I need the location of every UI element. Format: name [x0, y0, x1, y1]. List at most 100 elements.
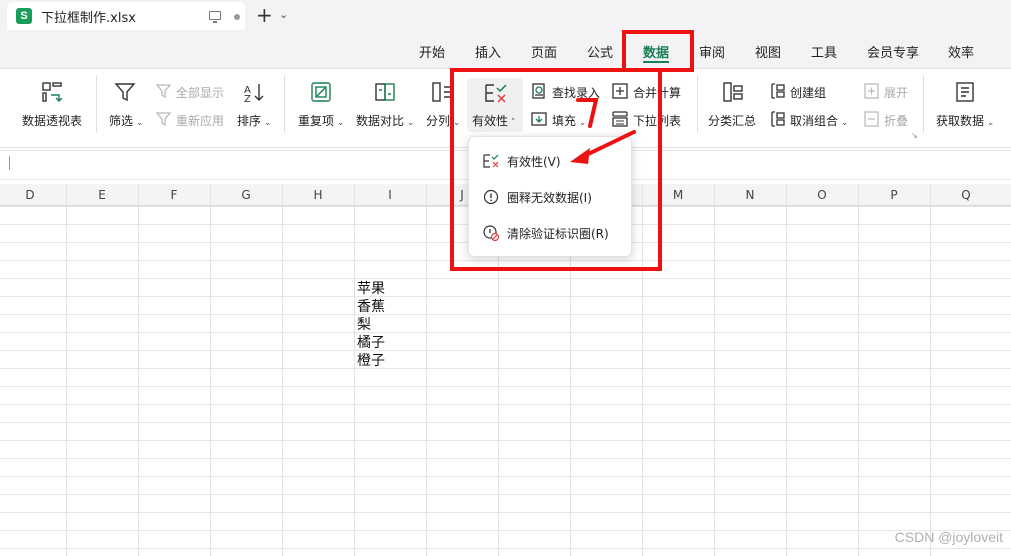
tab-member[interactable]: 会员专享: [867, 42, 919, 61]
column-line: [354, 184, 355, 556]
tab-page[interactable]: 页面: [531, 42, 557, 61]
monitor-icon[interactable]: [209, 11, 221, 23]
cell-i[interactable]: 香蕉: [357, 296, 385, 316]
create-group-icon[interactable]: [769, 83, 785, 99]
split-column-label: 分列: [426, 114, 451, 128]
menu-bar: 开始 插入 页面 公式 数据 审阅 视图 工具 会员专享 效率: [0, 32, 1011, 68]
filter-button[interactable]: 筛选 ⌄: [109, 112, 143, 129]
row-line: [0, 530, 1011, 531]
cell-i[interactable]: 梨: [357, 314, 371, 334]
watermark: CSDN @joyloveit: [894, 529, 1003, 545]
expand-icon: [864, 83, 879, 99]
row-line: [0, 296, 1011, 297]
column-header-o[interactable]: O: [786, 188, 858, 202]
reapply-icon: [156, 112, 172, 127]
cell-i[interactable]: 苹果: [357, 278, 385, 298]
document-tab-title: 下拉框制作.xlsx: [41, 10, 136, 26]
data-compare-icon[interactable]: [374, 81, 396, 103]
column-header-f[interactable]: F: [138, 188, 210, 202]
column-line: [858, 184, 859, 556]
row-line: [0, 512, 1011, 513]
document-tab[interactable]: S 下拉框制作.xlsx: [7, 2, 245, 30]
subtotal-button[interactable]: 分类汇总: [708, 112, 756, 129]
row-line: [0, 494, 1011, 495]
column-header-p[interactable]: P: [858, 188, 930, 202]
dialog-launcher-icon[interactable]: ↘: [911, 131, 918, 140]
collapse-button: 折叠: [884, 114, 909, 128]
reapply-button: 重新应用: [176, 114, 225, 128]
ungroup-label: 取消组合: [790, 114, 839, 128]
get-data-button[interactable]: 获取数据 ⌄: [936, 112, 994, 129]
show-all-icon: [156, 84, 172, 99]
row-line: [0, 440, 1011, 441]
tab-formula[interactable]: 公式: [587, 42, 613, 61]
show-all-button: 全部显示: [176, 86, 225, 100]
pivot-table-icon[interactable]: [41, 81, 63, 103]
duplicates-icon[interactable]: [310, 81, 332, 103]
row-line: [0, 314, 1011, 315]
new-tab-plus-icon[interactable]: +: [256, 4, 273, 26]
row-line: [0, 548, 1011, 549]
sort-icon[interactable]: A Z: [243, 81, 265, 103]
ribbon-separator: [697, 75, 698, 133]
column-line: [714, 184, 715, 556]
row-line: [0, 386, 1011, 387]
chevron-down-icon: ⌄: [261, 118, 272, 128]
cell-i[interactable]: 橙子: [357, 350, 385, 370]
column-header-n[interactable]: N: [714, 188, 786, 202]
sort-label: 排序: [237, 114, 262, 128]
new-tab-chevron-icon[interactable]: ⌄: [279, 8, 288, 21]
expand-button: 展开: [884, 86, 909, 100]
duplicates-button[interactable]: 重复项 ⌄: [298, 112, 344, 129]
column-header-i[interactable]: I: [354, 188, 426, 202]
annotation-arrow-icon: [570, 98, 636, 164]
cell-i[interactable]: 橘子: [357, 332, 385, 352]
subtotal-icon[interactable]: [722, 81, 744, 103]
row-line: [0, 422, 1011, 423]
column-line: [282, 184, 283, 556]
row-line: [0, 368, 1011, 369]
column-line: [930, 184, 931, 556]
create-group-button[interactable]: 创建组: [790, 84, 826, 101]
collapse-icon: [864, 111, 879, 127]
pivot-table-button[interactable]: 数据透视表: [22, 112, 82, 129]
chevron-down-icon: ⌄: [984, 118, 995, 128]
row-line: [0, 350, 1011, 351]
chevron-down-icon: ⌄: [133, 118, 144, 128]
column-header-g[interactable]: G: [210, 188, 282, 202]
row-line: [0, 404, 1011, 405]
get-data-icon[interactable]: [954, 81, 976, 103]
tab-view[interactable]: 视图: [755, 42, 781, 61]
ungroup-icon[interactable]: [769, 111, 785, 127]
tab-review[interactable]: 审阅: [699, 42, 725, 61]
data-compare-button[interactable]: 数据对比 ⌄: [356, 112, 414, 129]
tab-tools[interactable]: 工具: [811, 42, 837, 61]
column-line: [66, 184, 67, 556]
ribbon-separator: [923, 75, 924, 133]
column-line: [426, 184, 427, 556]
column-header-e[interactable]: E: [66, 188, 138, 202]
filter-label: 筛选: [109, 114, 134, 128]
column-line: [786, 184, 787, 556]
tab-home[interactable]: 开始: [419, 42, 445, 61]
filter-icon[interactable]: [114, 81, 136, 103]
unsaved-dot-icon[interactable]: [234, 14, 240, 20]
ribbon-separator: [284, 75, 285, 133]
ribbon-separator: [96, 75, 97, 133]
spreadsheet-app-icon: S: [16, 8, 32, 24]
svg-text:Z: Z: [244, 94, 251, 103]
column-header-h[interactable]: H: [282, 188, 354, 202]
ungroup-button[interactable]: 取消组合 ⌄: [790, 112, 848, 129]
column-line: [138, 184, 139, 556]
column-header-d[interactable]: D: [0, 188, 66, 202]
tab-efficiency[interactable]: 效率: [948, 42, 974, 61]
get-data-label: 获取数据: [936, 114, 985, 128]
row-line: [0, 332, 1011, 333]
sort-button[interactable]: 排序 ⌄: [237, 112, 271, 129]
tab-insert[interactable]: 插入: [475, 42, 501, 61]
duplicates-label: 重复项: [298, 114, 335, 128]
row-line: [0, 278, 1011, 279]
row-line: [0, 458, 1011, 459]
column-header-q[interactable]: Q: [930, 188, 1002, 202]
row-line: [0, 476, 1011, 477]
